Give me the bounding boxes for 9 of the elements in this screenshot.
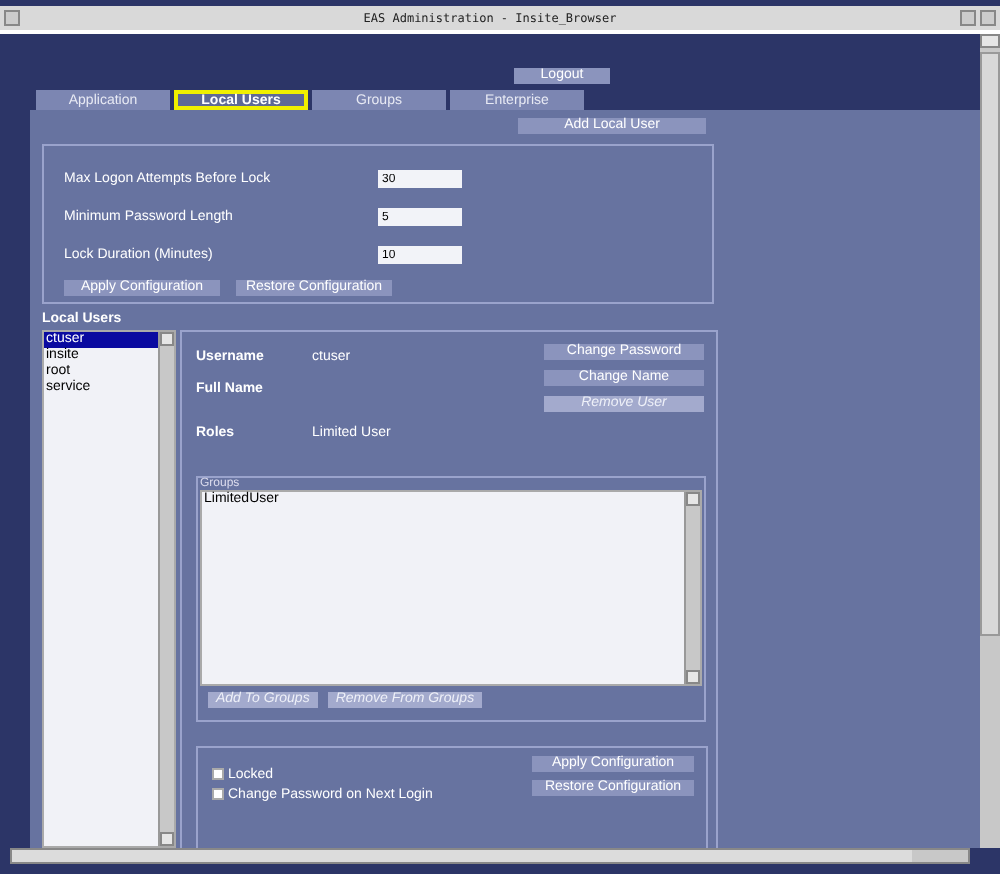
horizontal-scrollbar[interactable] (10, 848, 970, 864)
window-menu-button[interactable] (4, 10, 20, 26)
scrollbar[interactable] (158, 332, 174, 846)
checkbox[interactable] (212, 768, 224, 780)
scrollbar[interactable] (684, 492, 700, 684)
maximize-button[interactable] (980, 10, 996, 26)
checkbox[interactable] (212, 788, 224, 800)
vertical-scrollbar[interactable] (980, 34, 1000, 848)
minimize-button[interactable] (960, 10, 976, 26)
